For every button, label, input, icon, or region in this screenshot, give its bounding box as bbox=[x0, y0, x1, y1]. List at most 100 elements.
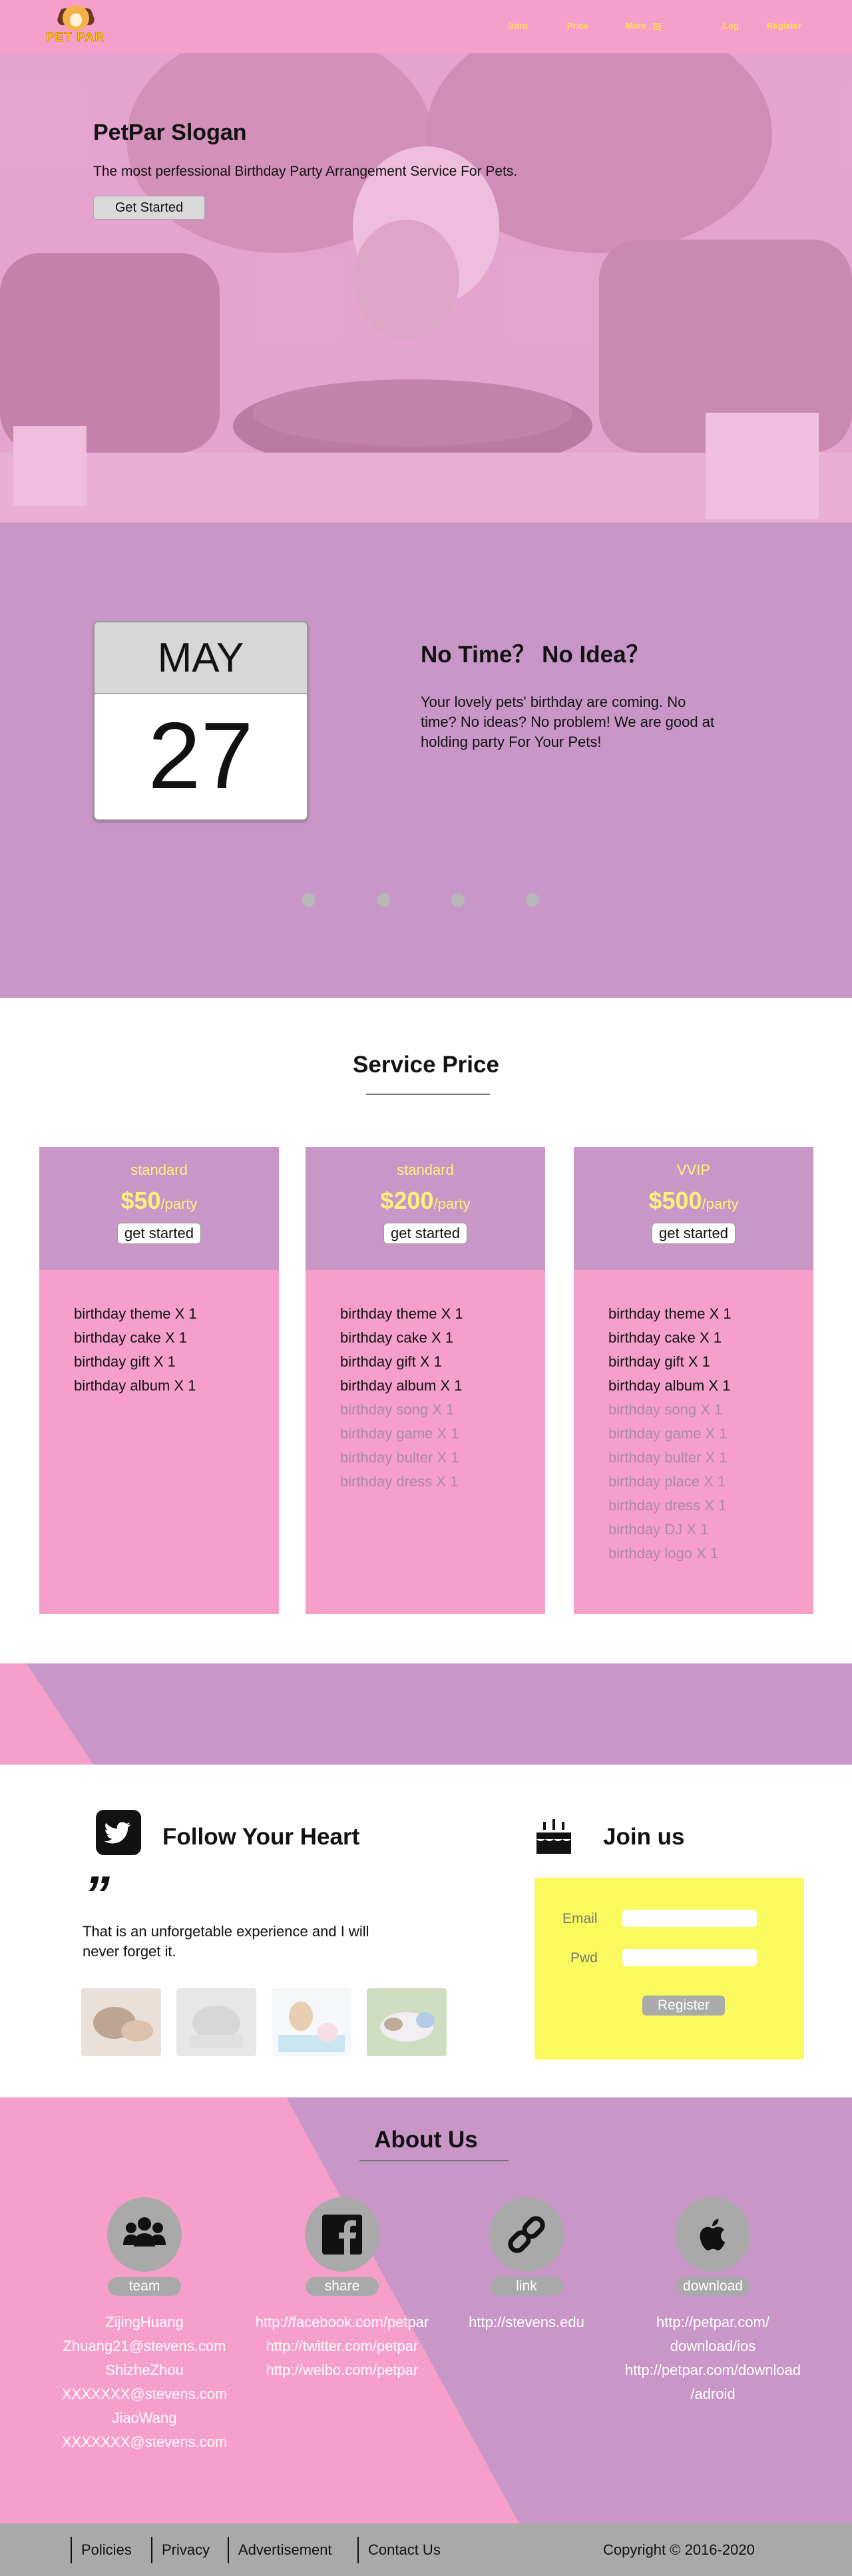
gallery-thumbnail[interactable] bbox=[367, 1988, 447, 2056]
about-section: About Us team ZijingHuang Zhuang21@steve… bbox=[0, 2097, 852, 2523]
download-link[interactable]: http://petpar.com/download bbox=[586, 2358, 839, 2382]
plan-get-started-button[interactable]: get started bbox=[117, 1223, 201, 1244]
hero-banner: PetPar Slogan The most perfessional Birt… bbox=[0, 53, 852, 523]
feature-carousel: MAY 27 No Time？ No Idea？ Your lovely pet… bbox=[0, 523, 852, 998]
gallery-thumbnail[interactable] bbox=[272, 1988, 351, 2056]
list-item: birthday bulter X 1 bbox=[340, 1449, 459, 1466]
list-item: birthday album X 1 bbox=[608, 1377, 731, 1394]
register-form: Email Pwd Register bbox=[534, 1878, 804, 2059]
calendar-day: 27 bbox=[148, 703, 254, 809]
plan-features: birthday theme X 1 birthday cake X 1 bir… bbox=[39, 1270, 279, 1398]
list-item: birthday bulter X 1 bbox=[608, 1449, 728, 1466]
about-download-column: download http://petpar.com/ download/ios… bbox=[586, 2197, 839, 2406]
calendar-card: MAY 27 bbox=[93, 621, 308, 821]
about-title: About Us bbox=[374, 2127, 478, 2153]
team-member-email[interactable]: XXXXXXX@stevens.com bbox=[18, 2382, 271, 2406]
list-item: birthday cake X 1 bbox=[340, 1329, 453, 1346]
twitter-icon[interactable] bbox=[96, 1810, 141, 1855]
list-item: birthday song X 1 bbox=[340, 1401, 455, 1418]
price-card-standard-plus: standard $200/party get started birthday… bbox=[306, 1147, 545, 1614]
list-item: birthday album X 1 bbox=[340, 1377, 463, 1394]
section-divider bbox=[0, 1663, 852, 1765]
get-started-button[interactable]: Get Started bbox=[93, 196, 205, 220]
birthday-cake-icon bbox=[534, 1817, 574, 1856]
team-icon[interactable] bbox=[107, 2197, 182, 2272]
list-item: birthday gift X 1 bbox=[340, 1353, 442, 1370]
footer-link-contact[interactable]: Contact Us bbox=[357, 2537, 441, 2563]
follow-title: Follow Your Heart bbox=[162, 1824, 360, 1850]
plan-get-started-button[interactable]: get started bbox=[383, 1223, 467, 1244]
email-label: Email bbox=[562, 1911, 598, 1926]
link-tag[interactable]: link bbox=[490, 2277, 563, 2296]
follow-join-section: Follow Your Heart ” That is an unforgeta… bbox=[0, 1765, 852, 2097]
list-item: birthday theme X 1 bbox=[74, 1305, 197, 1322]
price-card-vvip: VVIP $500/party get started birthday the… bbox=[574, 1147, 813, 1614]
register-button[interactable]: Register bbox=[642, 1996, 725, 2016]
plan-get-started-button[interactable]: get started bbox=[652, 1223, 736, 1244]
nav-link-register[interactable]: Register bbox=[767, 21, 801, 31]
join-title: Join us bbox=[603, 1824, 685, 1850]
nav-link-login[interactable]: Log bbox=[723, 21, 739, 31]
top-nav: PET PAR Intro Price More Log Register bbox=[0, 0, 852, 53]
plan-price: $200/party bbox=[380, 1187, 471, 1214]
pwd-label: Pwd bbox=[570, 1950, 598, 1966]
nav-link-more[interactable]: More bbox=[626, 21, 662, 31]
footer-link-policies[interactable]: Policies bbox=[71, 2537, 132, 2563]
list-item: birthday dress X 1 bbox=[340, 1473, 459, 1490]
download-link[interactable]: download/ios bbox=[586, 2334, 839, 2358]
carousel-dot[interactable] bbox=[302, 893, 316, 907]
team-member-name: JiaoWang bbox=[112, 2410, 177, 2426]
plan-price: $50/party bbox=[120, 1187, 198, 1214]
list-item: birthday gift X 1 bbox=[74, 1353, 176, 1370]
list-item: birthday gift X 1 bbox=[608, 1353, 710, 1370]
link-icon[interactable] bbox=[489, 2197, 564, 2272]
heading-underline bbox=[359, 2160, 509, 2161]
pricing-section: Service Price standard $50/party get sta… bbox=[0, 998, 852, 1663]
plan-tier: standard bbox=[130, 1162, 188, 1178]
carousel-dot[interactable] bbox=[451, 893, 465, 907]
share-tag[interactable]: share bbox=[306, 2277, 379, 2296]
social-link[interactable]: http://weibo.com/petpar bbox=[216, 2358, 469, 2382]
password-field[interactable] bbox=[622, 1949, 757, 1966]
carousel-dot[interactable] bbox=[526, 893, 539, 907]
team-member-email[interactable]: XXXXXXX@stevens.com bbox=[18, 2430, 271, 2454]
download-link[interactable]: /adroid bbox=[586, 2382, 839, 2406]
gallery-thumbnail[interactable] bbox=[81, 1988, 161, 2056]
carousel-dot[interactable] bbox=[377, 893, 390, 907]
list-item: birthday place X 1 bbox=[608, 1473, 726, 1490]
list-item: birthday theme X 1 bbox=[340, 1305, 463, 1322]
plan-price: $500/party bbox=[648, 1187, 739, 1214]
facebook-icon[interactable] bbox=[305, 2197, 379, 2272]
logo[interactable]: PET PAR bbox=[39, 4, 112, 47]
list-item: birthday DJ X 1 bbox=[608, 1521, 709, 1538]
nav-link-price[interactable]: Price bbox=[567, 21, 588, 31]
quote-icon: ” bbox=[84, 1865, 110, 1924]
hero-title: PetPar Slogan bbox=[93, 120, 247, 145]
apple-icon[interactable] bbox=[676, 2197, 750, 2272]
footer-link-advertisement[interactable]: Advertisement bbox=[228, 2537, 332, 2563]
list-item: birthday game X 1 bbox=[340, 1425, 459, 1442]
plan-features: birthday theme X 1 birthday cake X 1 bir… bbox=[574, 1270, 813, 1566]
plan-features: birthday theme X 1 birthday cake X 1 bir… bbox=[306, 1270, 545, 1494]
carousel-text: Your lovely pets' birthday are coming. N… bbox=[421, 694, 715, 750]
gallery-thumbnail[interactable] bbox=[176, 1988, 256, 2056]
footer-link-privacy[interactable]: Privacy bbox=[151, 2537, 210, 2563]
list-item: birthday cake X 1 bbox=[74, 1329, 187, 1346]
copyright: Copyright © 2016-2020 bbox=[603, 2541, 755, 2558]
nav-more-label: More bbox=[626, 21, 647, 31]
list-item: birthday cake X 1 bbox=[608, 1329, 722, 1346]
email-field[interactable] bbox=[622, 1910, 757, 1927]
list-item: birthday theme X 1 bbox=[608, 1305, 732, 1322]
carousel-title: No Time？ No Idea？ bbox=[421, 642, 650, 668]
social-link[interactable]: http://twitter.com/petpar bbox=[216, 2334, 469, 2358]
plan-tier: VVIP bbox=[676, 1162, 711, 1178]
list-item: birthday song X 1 bbox=[608, 1401, 723, 1418]
nav-link-intro[interactable]: Intro bbox=[509, 21, 528, 31]
download-tag[interactable]: download bbox=[676, 2277, 749, 2296]
plan-tier: standard bbox=[397, 1162, 454, 1178]
list-item: birthday album X 1 bbox=[74, 1377, 196, 1394]
list-item: birthday dress X 1 bbox=[608, 1497, 727, 1514]
testimonial-quote: That is an unforgetable experience and I… bbox=[83, 1923, 369, 1960]
download-link[interactable]: http://petpar.com/ bbox=[586, 2310, 839, 2334]
team-tag[interactable]: team bbox=[108, 2277, 181, 2296]
